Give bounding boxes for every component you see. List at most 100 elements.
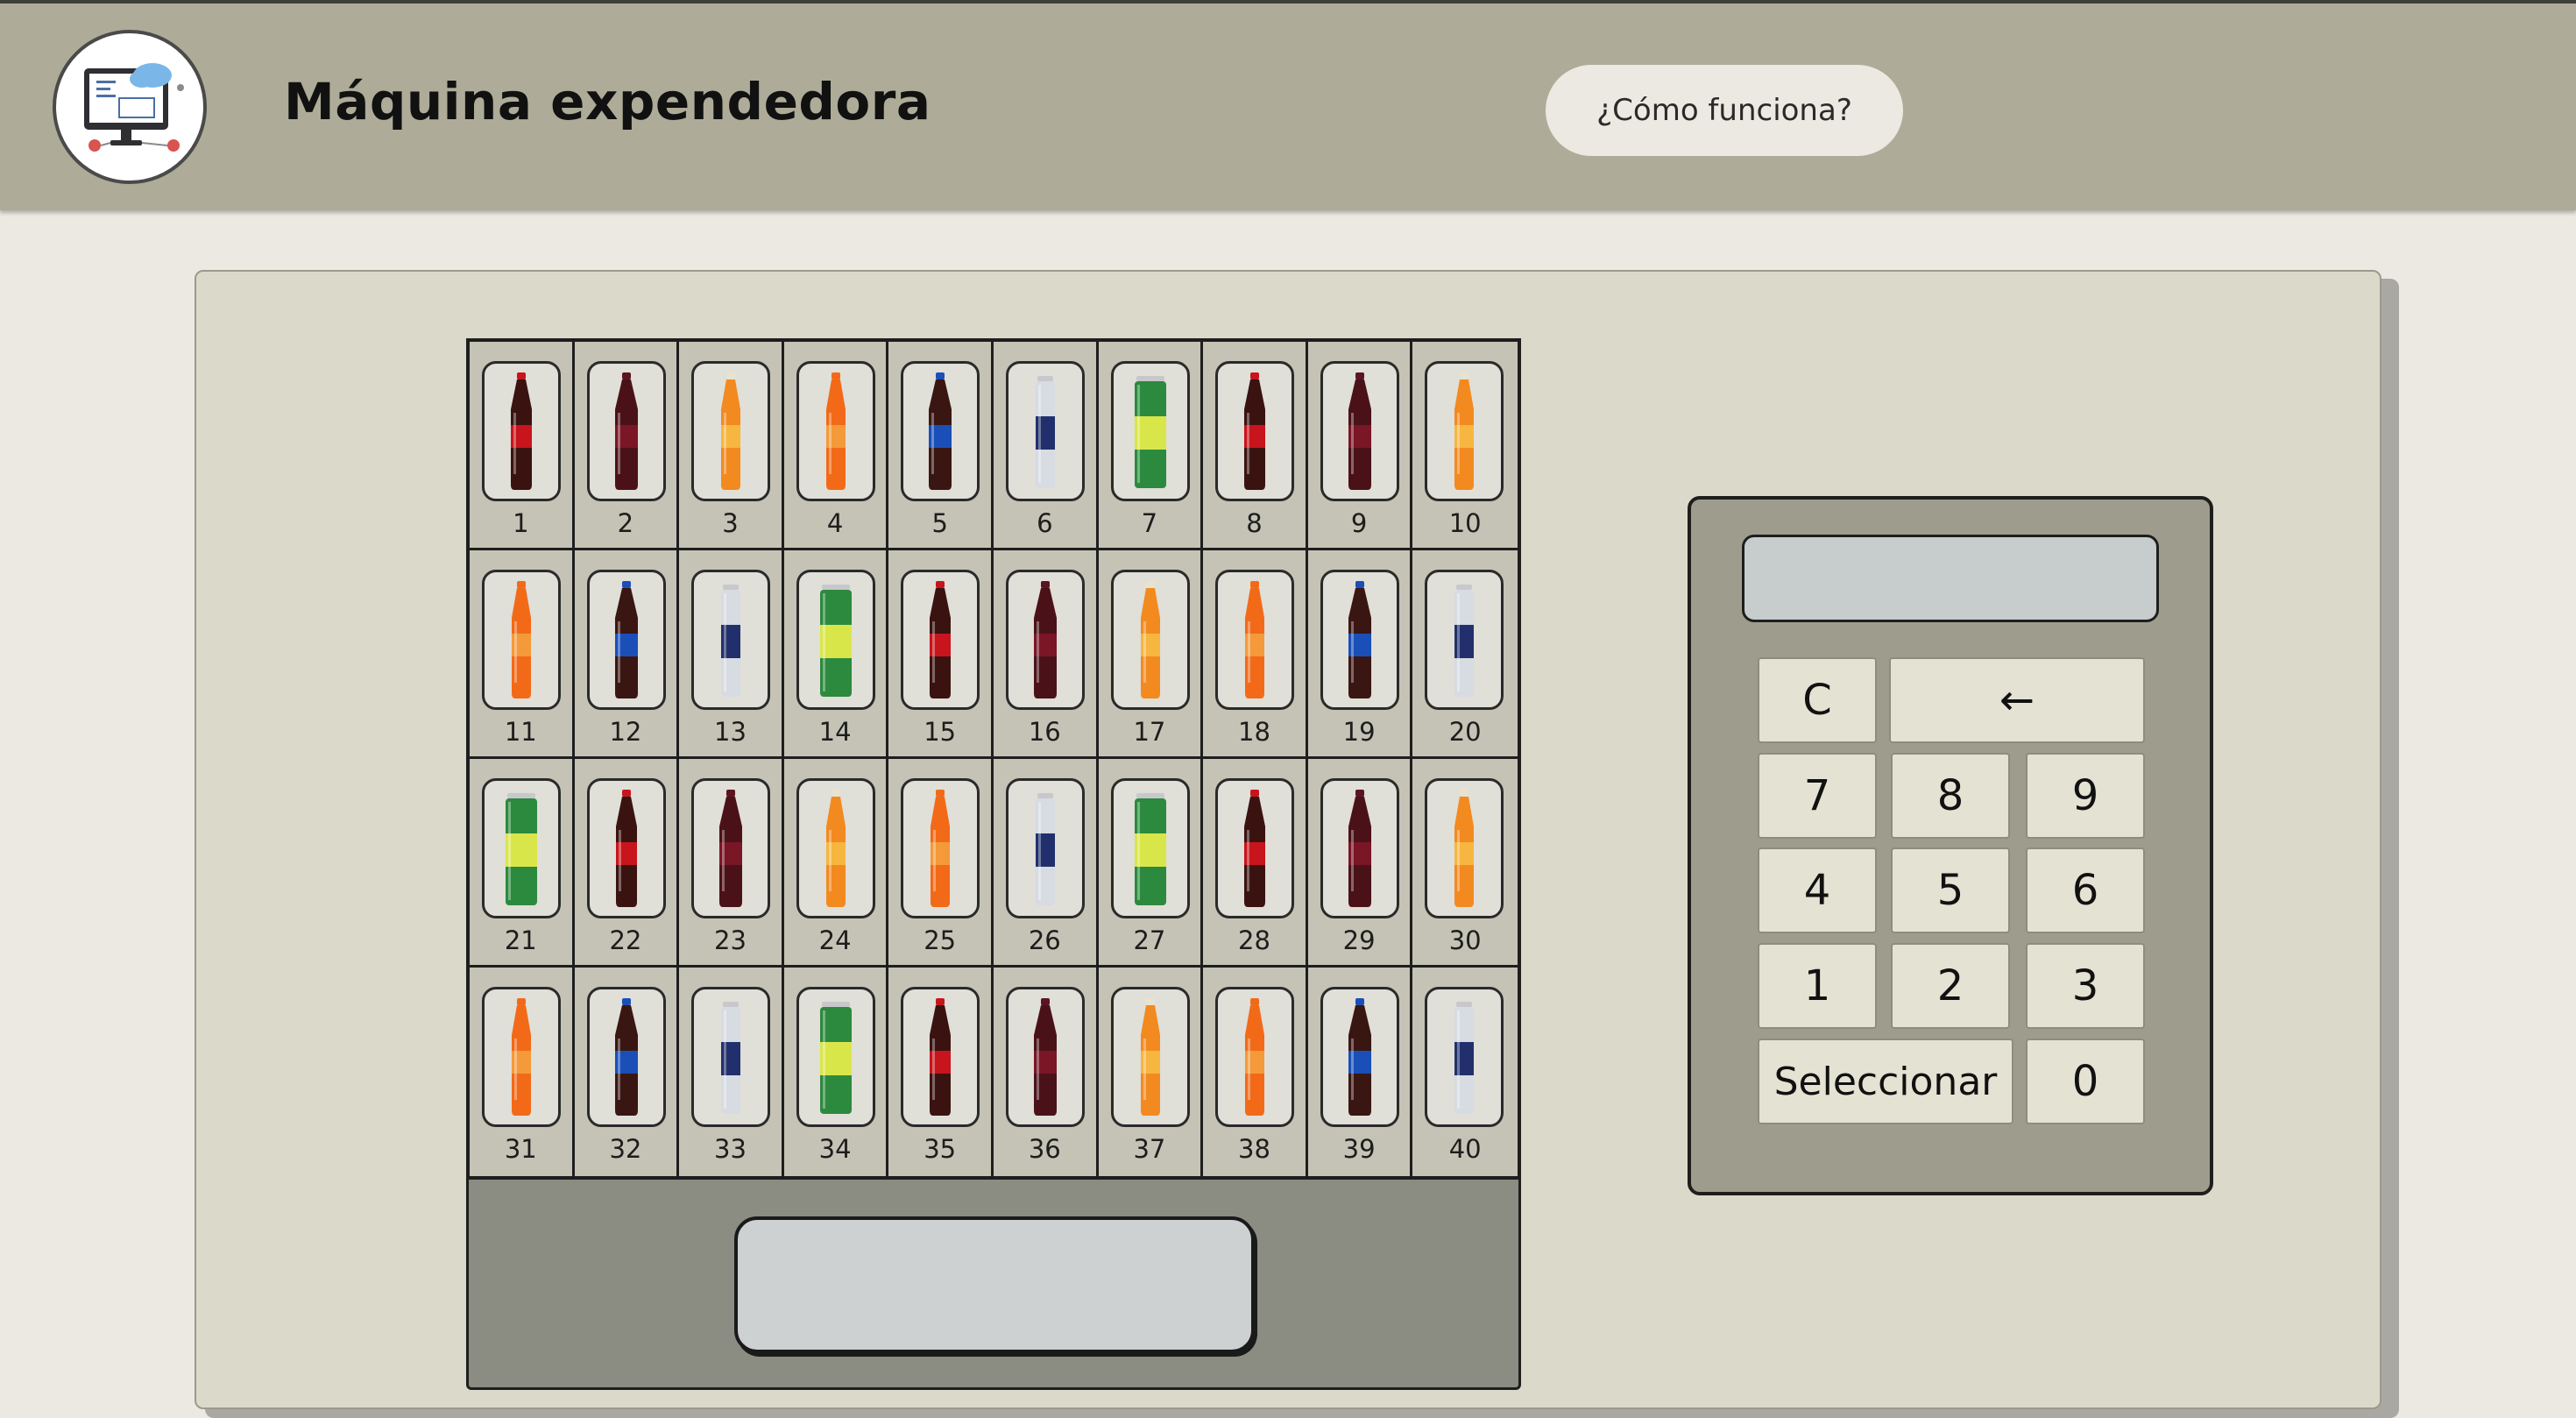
pepsi-icon	[614, 998, 638, 1116]
product-window	[1215, 361, 1295, 501]
product-window	[1215, 778, 1295, 918]
coca-cola-icon	[511, 372, 532, 490]
product-number: 10	[1448, 508, 1482, 538]
product-slot-7[interactable]: 7	[1098, 342, 1204, 550]
product-number: 37	[1133, 1134, 1166, 1164]
coca-cola-icon	[930, 581, 952, 698]
coca-cola-icon	[1244, 372, 1266, 490]
product-slot-17[interactable]: 17	[1098, 550, 1204, 759]
key-clear[interactable]: C	[1758, 657, 1877, 743]
red-bull-icon	[1454, 585, 1475, 697]
product-slot-24[interactable]: 24	[783, 759, 889, 968]
product-number: 24	[818, 925, 852, 955]
key-backspace[interactable]: ←	[1889, 657, 2145, 743]
product-window	[1425, 778, 1504, 918]
key-6[interactable]: 6	[2026, 847, 2145, 933]
product-number: 30	[1448, 925, 1482, 955]
product-slot-27[interactable]: 27	[1098, 759, 1204, 968]
key-7[interactable]: 7	[1758, 753, 1877, 839]
product-number: 36	[1028, 1134, 1061, 1164]
product-window	[796, 987, 875, 1127]
product-slot-34[interactable]: 34	[784, 968, 889, 1176]
sprite-icon	[1134, 376, 1166, 488]
dispenser-tray[interactable]	[734, 1216, 1255, 1353]
product-slot-21[interactable]: 21	[470, 759, 575, 968]
product-slot-2[interactable]: 2	[574, 342, 680, 550]
key-3[interactable]: 3	[2026, 943, 2145, 1029]
key-8[interactable]: 8	[1891, 753, 2010, 839]
product-slot-30[interactable]: 30	[1412, 759, 1518, 968]
product-slot-13[interactable]: 13	[679, 550, 784, 759]
product-slot-14[interactable]: 14	[783, 550, 889, 759]
product-slot-22[interactable]: 22	[574, 759, 680, 968]
product-slot-26[interactable]: 26	[993, 759, 1099, 968]
product-slot-19[interactable]: 19	[1307, 550, 1413, 759]
product-slot-18[interactable]: 18	[1203, 550, 1308, 759]
product-slot-9[interactable]: 9	[1307, 342, 1413, 550]
product-slot-32[interactable]: 32	[575, 968, 680, 1176]
red-bull-icon	[1035, 376, 1055, 488]
sprite-icon	[506, 793, 537, 905]
product-slot-20[interactable]: 20	[1412, 550, 1518, 759]
product-slot-29[interactable]: 29	[1307, 759, 1413, 968]
product-slot-15[interactable]: 15	[888, 550, 994, 759]
product-number: 5	[931, 508, 948, 538]
product-number: 33	[714, 1134, 747, 1164]
product-number: 22	[609, 925, 642, 955]
fanta-icon	[1140, 581, 1160, 698]
product-slot-5[interactable]: 5	[888, 342, 994, 550]
product-slot-11[interactable]: 11	[470, 550, 575, 759]
product-slot-6[interactable]: 6	[993, 342, 1099, 550]
product-slot-36[interactable]: 36	[994, 968, 1099, 1176]
product-number: 6	[1037, 508, 1053, 538]
key-0[interactable]: 0	[2026, 1039, 2145, 1124]
product-slot-16[interactable]: 16	[993, 550, 1099, 759]
product-number: 27	[1133, 925, 1166, 955]
product-window	[482, 987, 561, 1127]
product-slot-4[interactable]: 4	[783, 342, 889, 550]
product-slot-3[interactable]: 3	[679, 342, 784, 550]
product-number: 2	[617, 508, 634, 538]
gatorade-icon	[1245, 581, 1265, 698]
coca-cola-icon	[615, 790, 637, 907]
page-title: Máquina expendedora	[284, 72, 931, 131]
product-number: 32	[609, 1134, 642, 1164]
red-bull-icon	[1454, 1002, 1475, 1114]
product-window	[1215, 987, 1295, 1127]
key-5[interactable]: 5	[1891, 847, 2010, 933]
app-logo	[53, 30, 207, 184]
product-slot-37[interactable]: 37	[1099, 968, 1204, 1176]
product-number: 21	[504, 925, 537, 955]
product-slot-1[interactable]: 1	[470, 342, 575, 550]
product-slot-23[interactable]: 23	[679, 759, 784, 968]
key-1[interactable]: 1	[1758, 943, 1877, 1029]
key-9[interactable]: 9	[2026, 753, 2145, 839]
product-slot-12[interactable]: 12	[574, 550, 680, 759]
how-it-works-button[interactable]: ¿Cómo funciona?	[1546, 65, 1903, 156]
key-2[interactable]: 2	[1891, 943, 2010, 1029]
product-number: 25	[924, 925, 957, 955]
product-slot-38[interactable]: 38	[1203, 968, 1308, 1176]
product-slot-28[interactable]: 28	[1203, 759, 1308, 968]
gatorade-icon	[825, 372, 846, 490]
product-window	[691, 361, 771, 501]
product-slot-39[interactable]: 39	[1308, 968, 1413, 1176]
product-window	[1110, 778, 1190, 918]
product-number: 20	[1448, 717, 1482, 747]
key-4[interactable]: 4	[1758, 847, 1877, 933]
product-window	[586, 778, 666, 918]
product-window	[482, 570, 561, 710]
product-slot-31[interactable]: 31	[470, 968, 575, 1176]
coca-cola-icon	[1244, 790, 1266, 907]
product-slot-25[interactable]: 25	[888, 759, 994, 968]
fanta-icon	[1140, 998, 1160, 1116]
product-slot-10[interactable]: 10	[1412, 342, 1518, 550]
select-button[interactable]: Seleccionar	[1758, 1039, 2013, 1124]
product-number: 11	[504, 717, 537, 747]
product-slot-8[interactable]: 8	[1203, 342, 1308, 550]
product-slot-40[interactable]: 40	[1412, 968, 1518, 1176]
product-slot-35[interactable]: 35	[888, 968, 994, 1176]
product-window	[1320, 987, 1399, 1127]
product-window	[796, 361, 875, 501]
product-slot-33[interactable]: 33	[679, 968, 784, 1176]
